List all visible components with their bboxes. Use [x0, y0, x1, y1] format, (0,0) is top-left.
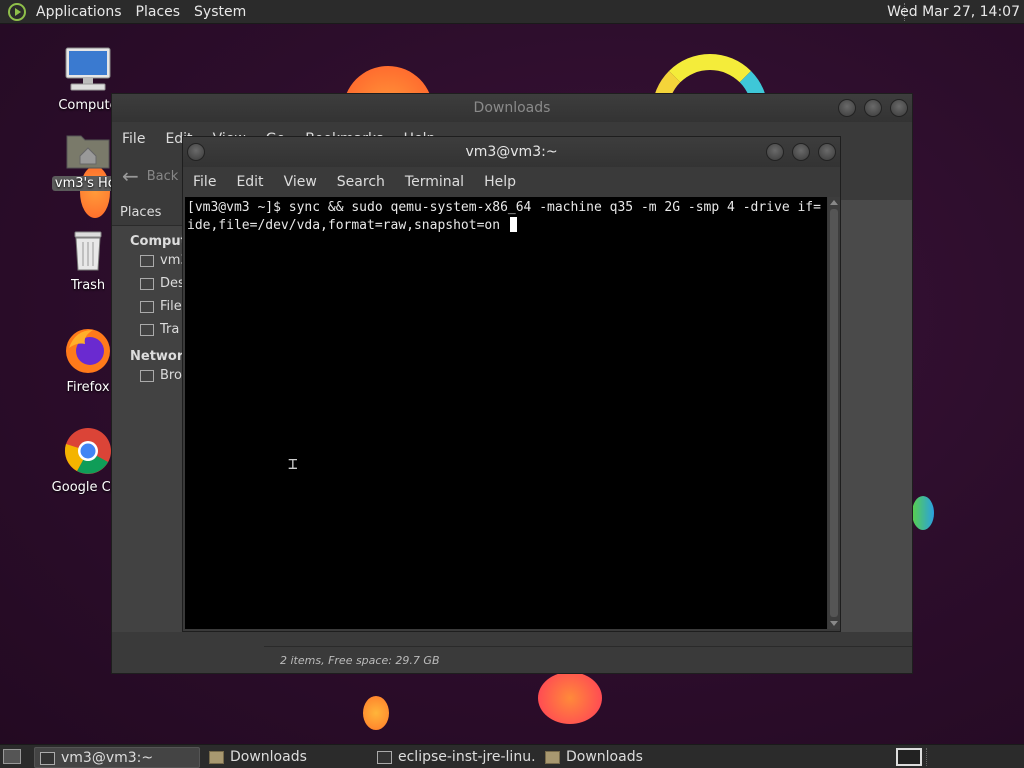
terminal-icon: [40, 752, 55, 765]
desktop-icon-label: Firefox: [66, 380, 110, 395]
window-title: vm3@vm3:~: [465, 144, 558, 160]
computer-icon: [65, 47, 111, 91]
back-button[interactable]: ← Back: [122, 164, 178, 188]
taskbar-label: vm3@vm3:~: [61, 750, 154, 766]
taskbar-item-eclipse[interactable]: eclipse-inst-jre-linu…: [372, 747, 536, 768]
maximize-button[interactable]: [864, 99, 882, 117]
wallpaper-blob: [538, 672, 602, 724]
sidebar-item-label: File: [160, 299, 182, 314]
wallpaper-blob: [912, 496, 934, 530]
distro-logo-icon[interactable]: [8, 2, 26, 21]
command-line: [vm3@vm3 ~]$ sync && sudo qemu-system-x8…: [187, 200, 821, 233]
scrollbar-thumb[interactable]: [830, 209, 838, 617]
taskbar-item-terminal[interactable]: vm3@vm3:~: [34, 747, 200, 768]
sidebar-item-label: Tra: [160, 322, 180, 337]
wallpaper-blob: [363, 696, 389, 730]
clock[interactable]: Wed Mar 27, 14:07: [887, 4, 1020, 20]
taskbar-item-downloads[interactable]: Downloads: [204, 747, 368, 768]
home-icon: [140, 254, 154, 267]
scroll-up-icon[interactable]: [830, 200, 838, 205]
menu-file[interactable]: File: [193, 174, 216, 190]
menu-search[interactable]: Search: [337, 174, 385, 190]
taskbar-label: Downloads: [566, 749, 643, 765]
taskbar-label: Downloads: [230, 749, 307, 765]
text-cursor: [509, 217, 517, 232]
menu-places[interactable]: Places: [136, 4, 181, 20]
desktop-icon-label: Compute: [58, 98, 118, 113]
file-manager-titlebar[interactable]: Downloads: [112, 94, 912, 122]
window-title: Downloads: [473, 100, 551, 116]
top-panel: Applications Places System Wed Mar 27, 1…: [0, 0, 1024, 24]
trash-icon: [74, 231, 102, 271]
workspace-switcher[interactable]: [896, 748, 922, 766]
window-menu-button[interactable]: [187, 143, 205, 161]
menu-help[interactable]: Help: [484, 174, 516, 190]
terminal-scrollbar[interactable]: [828, 197, 840, 629]
desktop-icon: [140, 277, 154, 290]
folder-icon: [545, 751, 560, 764]
menu-edit[interactable]: Edit: [236, 174, 263, 190]
desktop-icon-label: Trash: [70, 278, 106, 293]
menu-system[interactable]: System: [194, 4, 246, 20]
network-icon: [140, 369, 154, 382]
file-icon: [377, 751, 392, 764]
close-button[interactable]: [890, 99, 908, 117]
terminal-titlebar[interactable]: vm3@vm3:~: [183, 137, 840, 167]
maximize-button[interactable]: [792, 143, 810, 161]
drive-icon: [140, 300, 154, 313]
back-label: Back: [146, 168, 179, 184]
workspace-switcher-empty[interactable]: [926, 748, 1020, 766]
terminal-output[interactable]: [vm3@vm3 ~]$ sync && sudo qemu-system-x8…: [185, 197, 827, 629]
menu-file[interactable]: File: [122, 131, 145, 147]
minimize-button[interactable]: [838, 99, 856, 117]
mouse-ibeam-cursor-icon: ⌶: [288, 454, 298, 473]
sidebar-item-label: Bro: [160, 368, 182, 383]
bottom-panel: vm3@vm3:~ Downloads eclipse-inst-jre-lin…: [0, 744, 1024, 768]
arrow-left-icon: ←: [122, 164, 139, 188]
terminal-window[interactable]: vm3@vm3:~ File Edit View Search Terminal…: [182, 136, 841, 632]
scroll-down-icon[interactable]: [830, 621, 838, 626]
terminal-menubar: File Edit View Search Terminal Help: [183, 167, 840, 197]
folder-icon: [209, 751, 224, 764]
show-desktop-button[interactable]: [3, 749, 21, 764]
taskbar-label: eclipse-inst-jre-linu…: [398, 749, 536, 765]
firefox-icon: [66, 329, 110, 373]
minimize-button[interactable]: [766, 143, 784, 161]
menu-terminal[interactable]: Terminal: [405, 174, 464, 190]
home-folder-icon: [66, 135, 110, 169]
chrome-icon: [64, 428, 111, 474]
close-button[interactable]: [818, 143, 836, 161]
trash-icon: [140, 323, 154, 336]
status-bar: 2 items, Free space: 29.7 GB: [264, 646, 912, 674]
menu-applications[interactable]: Applications: [36, 4, 122, 20]
taskbar-item-downloads-2[interactable]: Downloads: [540, 747, 704, 768]
menu-view[interactable]: View: [284, 174, 317, 190]
